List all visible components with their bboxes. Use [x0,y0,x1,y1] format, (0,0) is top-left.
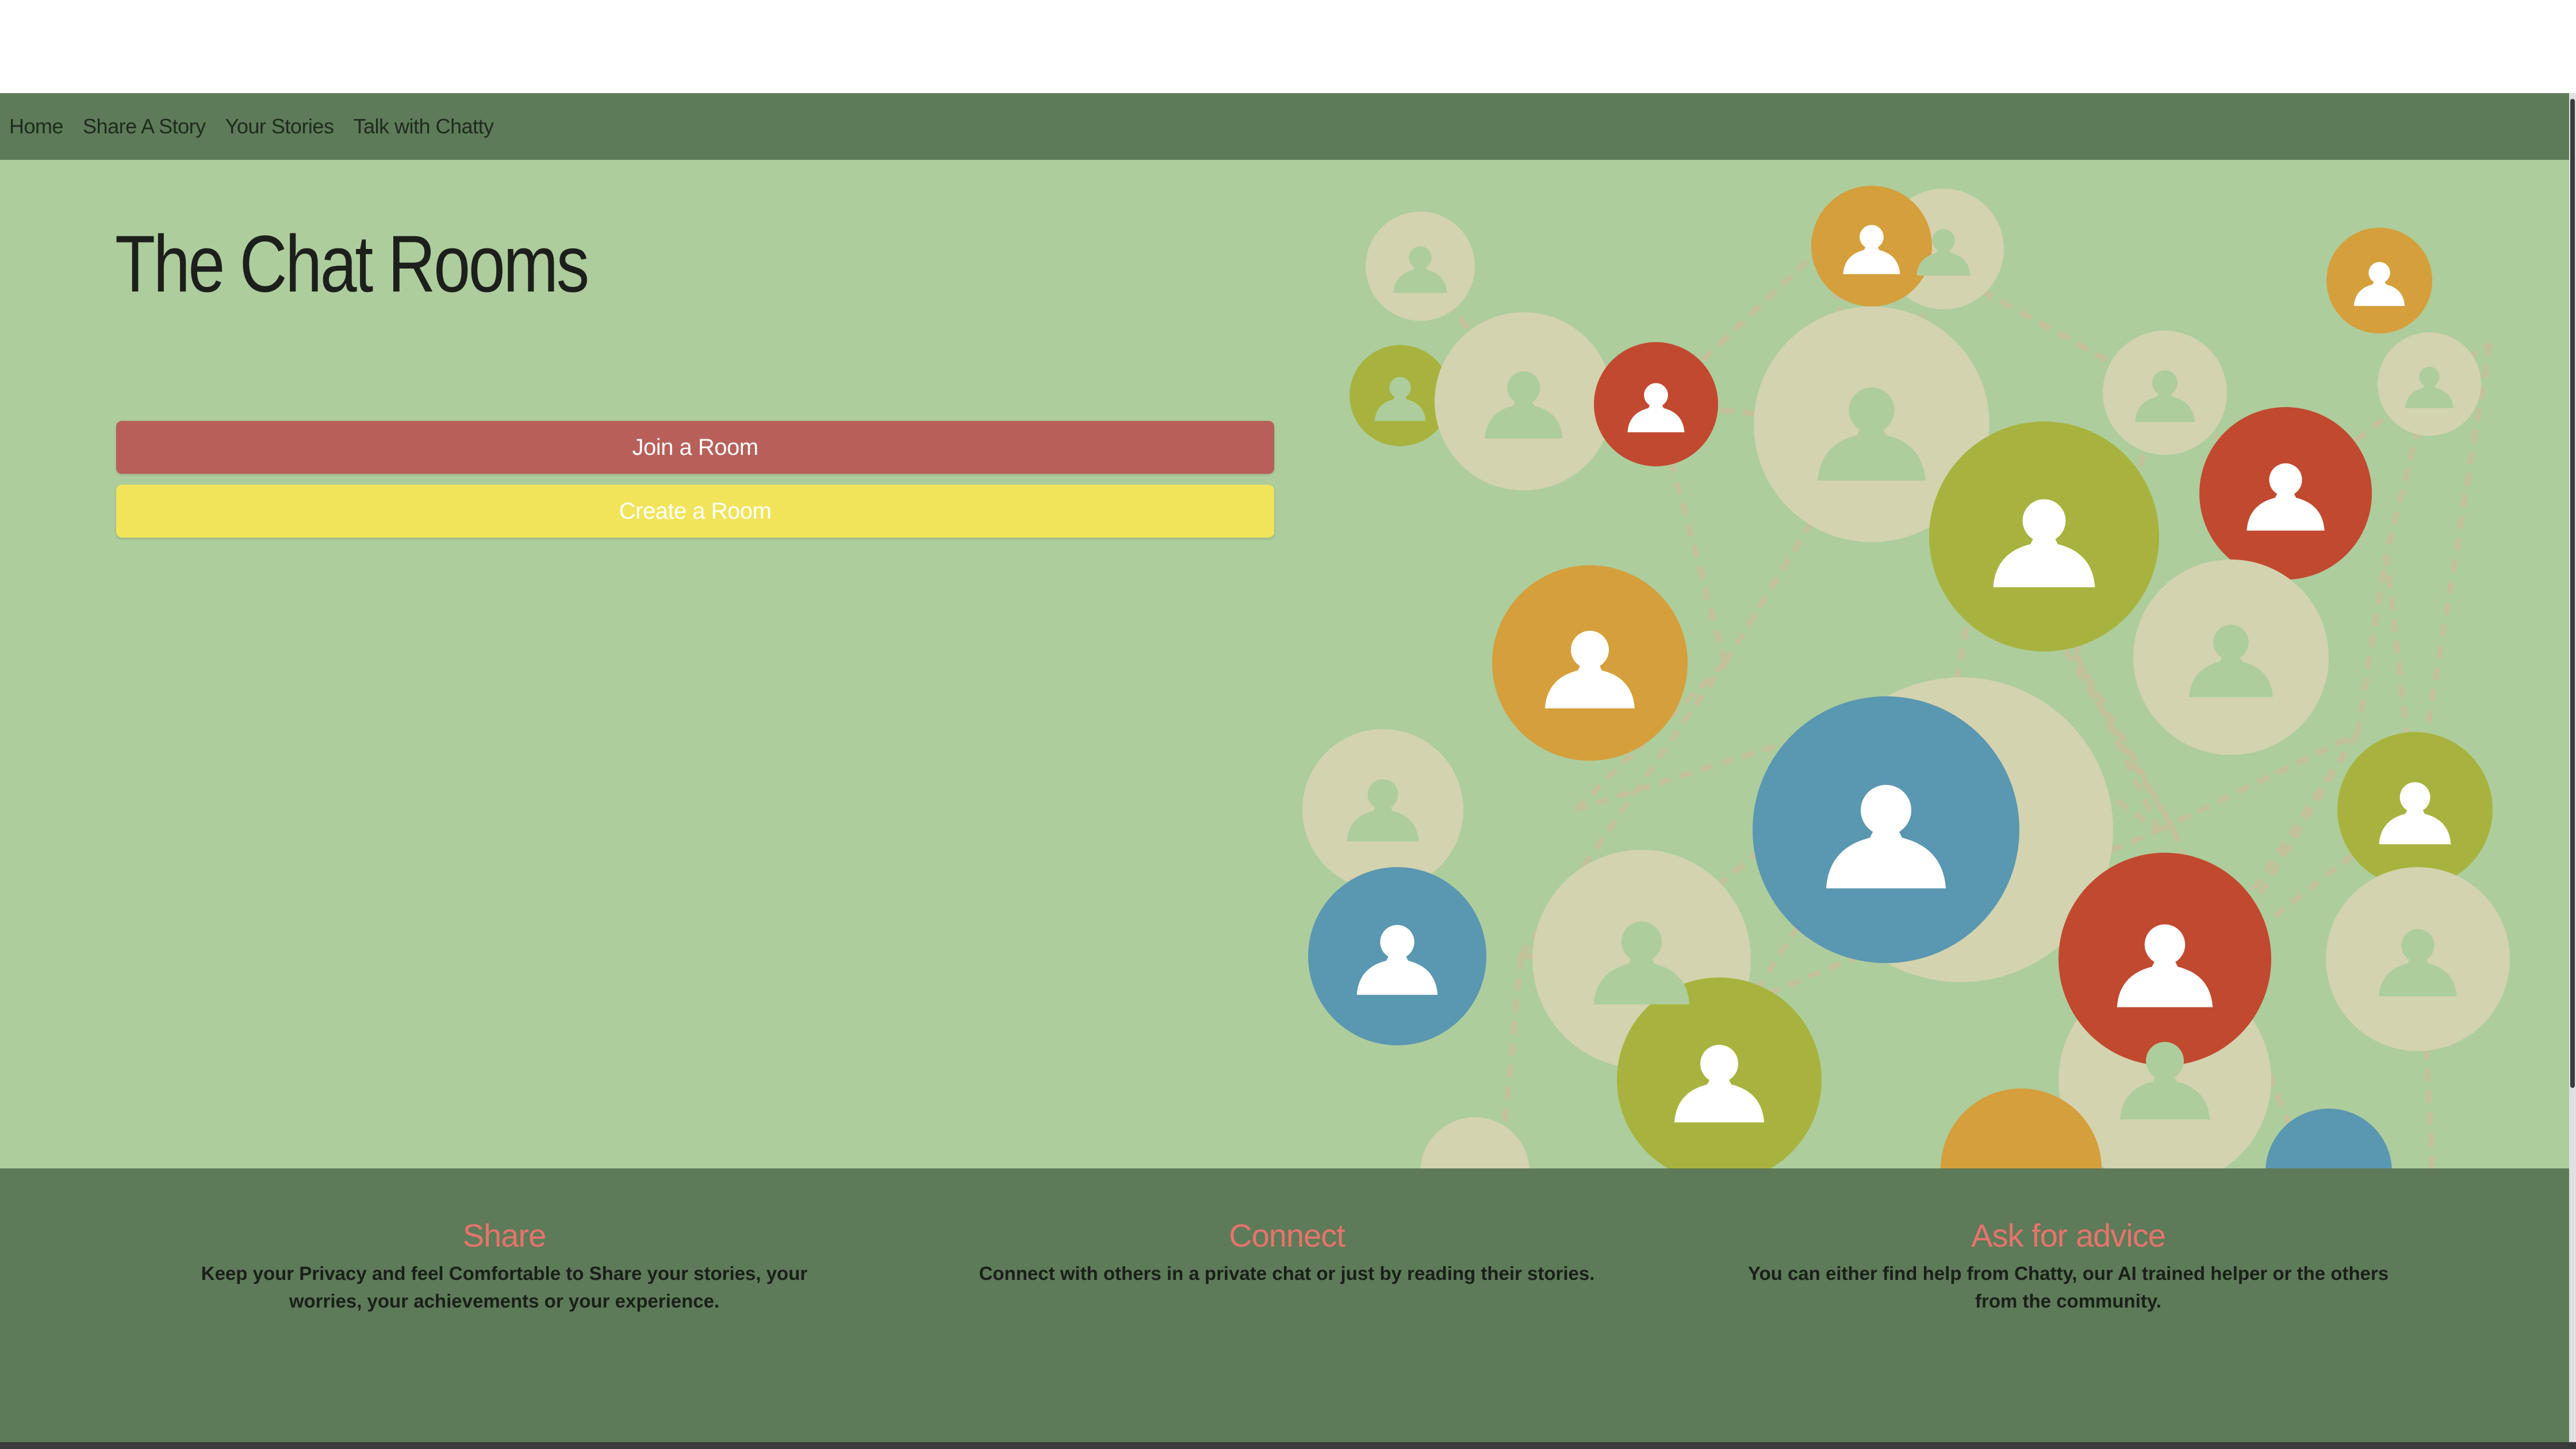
create-room-button[interactable]: Create a Room [116,485,1274,538]
join-room-button[interactable]: Join a Room [116,421,1274,474]
feature-connect: Connect Connect with others in a private… [956,1217,1617,1287]
browser-top-area [0,0,2576,92]
people-network-illustration [1302,186,2510,1168]
nav-share-story-link[interactable]: Share A Story [83,114,206,139]
vertical-scrollbar[interactable] [2569,93,2576,1442]
nav-home-link[interactable]: Home [9,114,64,139]
page-title: The Chat Rooms [115,218,589,309]
feature-share: Share Keep your Privacy and feel Comfort… [174,1217,835,1315]
feature-ask-advice-text: You can either find help from Chatty, ou… [1747,1263,2389,1312]
feature-share-text: Keep your Privacy and feel Comfortable t… [201,1263,808,1312]
footer: Share Keep your Privacy and feel Comfort… [0,1168,2569,1442]
feature-connect-text: Connect with others in a private chat or… [979,1263,1595,1284]
feature-ask-advice: Ask for advice You can either find help … [1738,1217,2399,1315]
navbar: Home Share A Story Your Stories Talk wit… [0,93,2569,160]
horizontal-scrollbar[interactable] [0,1442,2576,1449]
nav-talk-with-chatty-link[interactable]: Talk with Chatty [353,114,494,139]
feature-connect-title: Connect [1229,1217,1346,1254]
hero-section: The Chat Rooms Join a Room Create a Room [0,160,2569,1168]
feature-share-title: Share [462,1217,546,1254]
scrollbar-thumb[interactable] [2570,99,2575,1088]
feature-ask-advice-title: Ask for advice [1971,1217,2166,1254]
nav-your-stories-link[interactable]: Your Stories [225,114,334,139]
